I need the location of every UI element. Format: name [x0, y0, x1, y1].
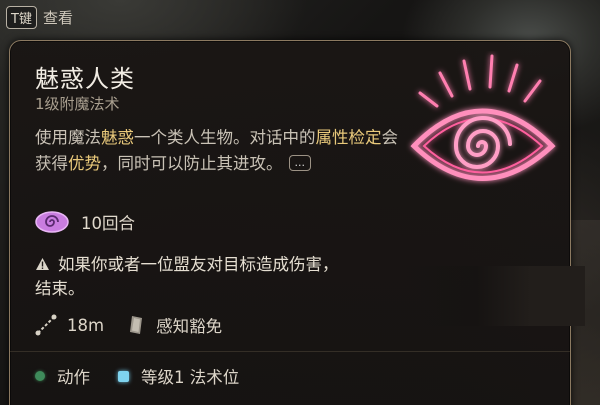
action-text: 动作	[57, 368, 90, 387]
desc-text: ，同时可以防止其进攻。	[101, 154, 283, 173]
action-cost: 动作	[35, 364, 90, 388]
divider	[10, 351, 570, 352]
warning-text-end: 结束。	[35, 279, 85, 298]
duration-text: 10回合	[81, 214, 135, 233]
range-item: 18m	[35, 314, 104, 336]
inspect-label: 查看	[42, 9, 73, 27]
save-item: 感知豁免	[126, 313, 222, 337]
keyword-charm: 魅惑	[101, 128, 134, 147]
warning-text: 如果你或者一位盟友对目标造成伤害，	[58, 255, 339, 274]
range-icon	[35, 314, 57, 336]
inspect-key-hint: T键 查看	[6, 6, 73, 29]
t-key-icon: T键	[6, 6, 37, 29]
desc-text: 使用魔法	[35, 128, 101, 147]
duration-row: 10回合	[35, 210, 135, 234]
obscured-overlay	[405, 266, 585, 326]
charm-eye-spell-icon	[410, 54, 556, 181]
spell-slot-icon	[118, 370, 129, 382]
action-dot-icon	[35, 371, 45, 381]
game-scene: T键 查看 魅惑人类 1级附魔法术 使用魔法魅惑一个类人生物。对话中的属性检定会…	[0, 0, 600, 405]
range-text: 18m	[67, 315, 105, 335]
desc-text: 一个类人生物。对话中的	[134, 128, 316, 147]
keyword-ability-check: 属性检定	[315, 128, 382, 147]
spell-description: 使用魔法魅惑一个类人生物。对话中的属性检定会获得优势，同时可以防止其进攻。...	[35, 125, 410, 177]
more-info-button[interactable]: ...	[288, 155, 311, 171]
spell-cost-row: 动作 等级1 法术位	[35, 364, 267, 388]
spiral-eye-icon	[35, 211, 69, 233]
spell-slot-text: 等级1 法术位	[141, 368, 240, 387]
spell-meta-row: 18m 感知豁免	[35, 313, 244, 337]
spell-level-school: 1级附魔法术	[35, 95, 120, 113]
spell-tooltip: 魅惑人类 1级附魔法术 使用魔法魅惑一个类人生物。对话中的属性检定会获得优势，同…	[9, 40, 585, 405]
warning-triangle-icon	[36, 258, 49, 270]
spell-title: 魅惑人类	[35, 65, 135, 93]
keyword-advantage: 优势	[68, 154, 101, 173]
save-text: 感知豁免	[156, 317, 223, 336]
spell-slot-cost: 等级1 法术位	[118, 364, 239, 388]
saving-throw-icon	[130, 316, 143, 334]
